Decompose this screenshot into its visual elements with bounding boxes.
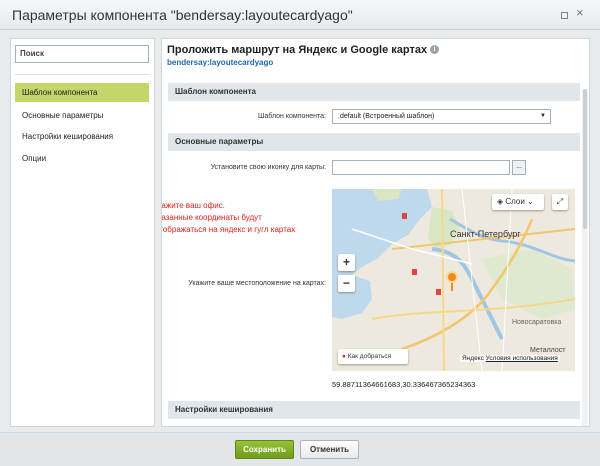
save-button[interactable]: Сохранить bbox=[235, 440, 294, 459]
scrollbar-thumb[interactable] bbox=[583, 89, 587, 229]
notice-line: Укажите ваш офис. bbox=[161, 201, 225, 210]
zoom-in-button[interactable]: + bbox=[338, 254, 355, 271]
route-button[interactable]: ● Как добраться bbox=[338, 349, 408, 364]
window-title: Параметры компонента "bendersay:layoutec… bbox=[12, 7, 353, 23]
city-label: Санкт-Петербург bbox=[450, 229, 521, 239]
sidebar-item-basic[interactable]: Основные параметры bbox=[15, 106, 149, 125]
location-label: Укажите ваше местоположение на картах: bbox=[188, 280, 326, 287]
sidebar-item-template[interactable]: Шаблон компонента bbox=[15, 83, 149, 102]
notice-line: отображаться на яндекс и гугл картах bbox=[161, 225, 296, 234]
section-basic: Основные параметры bbox=[168, 133, 580, 151]
sidebar-item-options[interactable]: Опции bbox=[15, 149, 149, 168]
section-cache: Настройки кеширования bbox=[168, 401, 580, 419]
close-icon[interactable] bbox=[576, 8, 586, 20]
search-input[interactable]: Поиск bbox=[15, 45, 149, 63]
route-pin-icon: ● bbox=[342, 353, 346, 360]
sidebar: Поиск Шаблон компонента Основные парамет… bbox=[10, 38, 155, 427]
scrollbar[interactable] bbox=[582, 89, 588, 426]
divider bbox=[15, 74, 150, 75]
cancel-button[interactable]: Отменить bbox=[300, 440, 359, 459]
route-label: Как добраться bbox=[347, 353, 392, 360]
location-pin-icon[interactable] bbox=[446, 271, 458, 283]
template-select[interactable]: .default (Встроенный шаблон) ▼ bbox=[332, 109, 551, 124]
maximize-icon[interactable] bbox=[559, 10, 569, 20]
fullscreen-icon[interactable]: ⤢ bbox=[552, 194, 568, 210]
chevron-down-icon: ▼ bbox=[540, 113, 546, 119]
pin-stem bbox=[451, 283, 453, 291]
section-template: Шаблон компонента bbox=[168, 83, 580, 101]
title-bar[interactable]: Параметры компонента "bendersay:layoutec… bbox=[0, 0, 600, 30]
zoom-out-button[interactable]: − bbox=[338, 275, 355, 292]
coordinates-value: 59.88711364661683,30.336467365234363 bbox=[332, 380, 476, 389]
template-label: Шаблон компонента: bbox=[258, 113, 326, 120]
terms-link[interactable]: Условия использования bbox=[486, 355, 558, 362]
layers-label: Слои bbox=[505, 197, 525, 206]
component-id: bendersay:layoutecardyago bbox=[167, 58, 274, 67]
icon-label: Установите свою иконку для карты: bbox=[210, 164, 326, 171]
office-notice: Укажите ваш офис. Указанные координаты б… bbox=[161, 200, 296, 236]
district-label: Металлост bbox=[530, 347, 566, 354]
layers-button[interactable]: ◈ Слои ⌄ bbox=[492, 194, 544, 210]
notice-line: Указанные координаты будут bbox=[161, 213, 262, 222]
browse-button[interactable]: ... bbox=[512, 160, 526, 175]
info-icon[interactable]: i bbox=[430, 45, 439, 54]
sidebar-item-cache[interactable]: Настройки кеширования bbox=[15, 127, 149, 146]
yandex-logo: Яндекс bbox=[462, 355, 484, 362]
component-title: Проложить маршрут на Яндекс и Google кар… bbox=[167, 44, 428, 56]
location-map[interactable]: ◈ Слои ⌄ ⤢ Санкт-Петербург + − Новосарат… bbox=[332, 189, 575, 371]
district-label: Новосаратовка bbox=[512, 319, 562, 326]
settings-panel: Проложить маршрут на Яндекс и Google кар… bbox=[161, 38, 590, 427]
template-select-value: .default (Встроенный шаблон) bbox=[338, 113, 435, 120]
icon-input[interactable] bbox=[332, 160, 510, 175]
dialog-footer: Сохранить Отменить bbox=[0, 432, 600, 466]
dialog-window: Параметры компонента "bendersay:layoutec… bbox=[0, 0, 600, 466]
map-footer: Яндекс Условия использования bbox=[460, 355, 560, 362]
